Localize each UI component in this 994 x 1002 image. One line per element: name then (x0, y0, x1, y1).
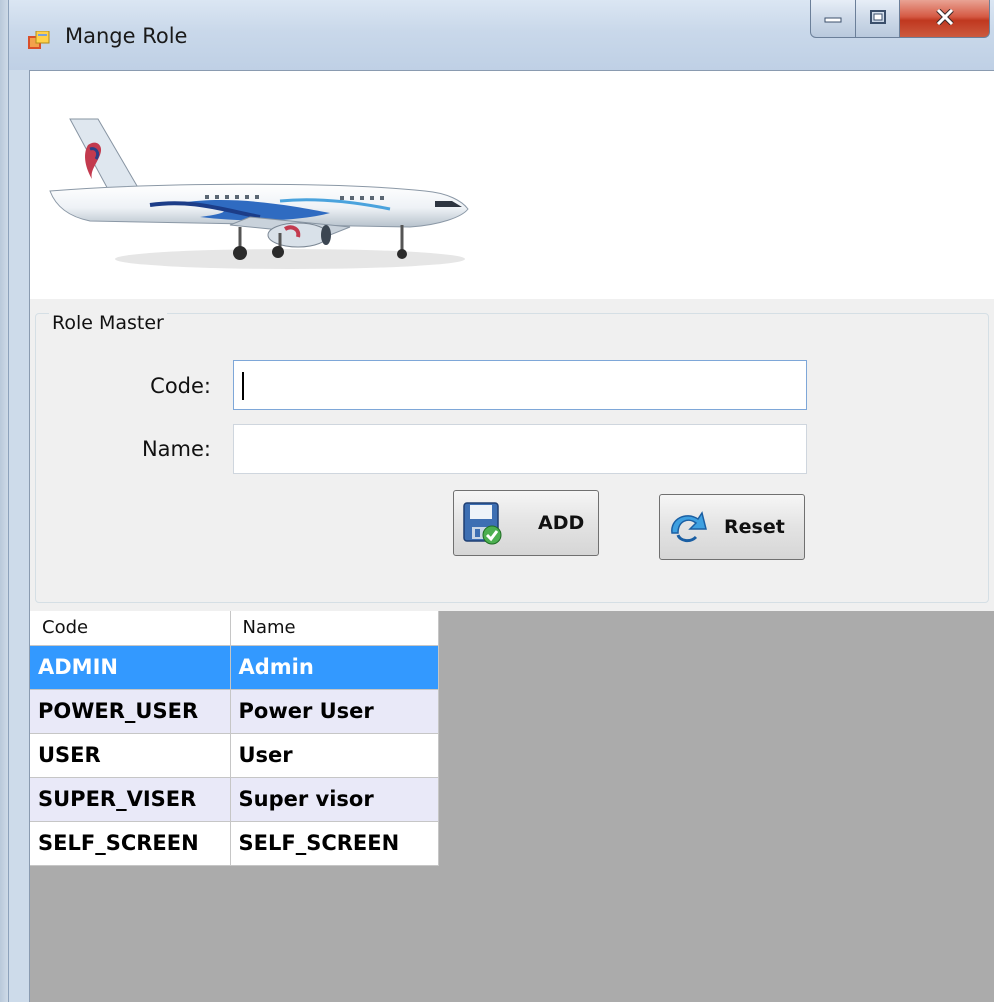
client-area: Role Master Code: Name: ADD Reset Code N… (29, 70, 994, 1002)
manage-role-window: Mange Role Role Master Code: Name: ADD R… (8, 0, 994, 1002)
maximize-button[interactable] (856, 0, 900, 38)
reset-button-label: Reset (724, 516, 785, 538)
banner (30, 71, 994, 299)
role-master-groupbox: Role Master Code: Name: ADD Reset (35, 312, 989, 603)
cell-name[interactable]: Super visor (230, 777, 439, 822)
code-input[interactable] (233, 360, 807, 410)
table-row[interactable]: USER User (30, 733, 439, 778)
cell-code[interactable]: ADMIN (30, 645, 231, 690)
table-row[interactable]: ADMIN Admin (30, 645, 439, 690)
window-title: Mange Role (65, 24, 188, 48)
groupbox-title: Role Master (49, 312, 167, 334)
caption-buttons (810, 0, 990, 40)
close-button[interactable] (900, 0, 990, 38)
cell-name[interactable]: Admin (230, 645, 439, 690)
cell-code[interactable]: SELF_SCREEN (30, 821, 231, 866)
maximize-icon (869, 9, 886, 28)
table-row[interactable]: POWER_USER Power User (30, 689, 439, 734)
save-icon (462, 501, 504, 545)
cell-name[interactable]: User (230, 733, 439, 778)
add-button[interactable]: ADD (453, 490, 599, 556)
cell-name[interactable]: SELF_SCREEN (230, 821, 439, 866)
title-bar[interactable]: Mange Role (9, 0, 994, 70)
cell-code[interactable]: POWER_USER (30, 689, 231, 734)
grid-header-row: Code Name (30, 611, 439, 646)
roles-grid: Code Name ADMIN Admin POWER_USER Power U… (30, 611, 439, 866)
column-header-name[interactable]: Name (230, 611, 439, 646)
cell-code[interactable]: SUPER_VISER (30, 777, 231, 822)
role-master-panel: Role Master Code: Name: ADD Reset (30, 299, 994, 611)
roles-grid-background: Code Name ADMIN Admin POWER_USER Power U… (30, 611, 994, 1002)
code-label: Code: (150, 374, 211, 398)
text-caret (242, 372, 244, 400)
column-header-code[interactable]: Code (30, 611, 231, 646)
refresh-icon (666, 507, 710, 547)
minimize-button[interactable] (810, 0, 856, 38)
reset-button[interactable]: Reset (659, 494, 805, 560)
add-button-label: ADD (538, 512, 585, 534)
table-row[interactable]: SUPER_VISER Super visor (30, 777, 439, 822)
cell-name[interactable]: Power User (230, 689, 439, 734)
table-row[interactable]: SELF_SCREEN SELF_SCREEN (30, 821, 439, 866)
cell-code[interactable]: USER (30, 733, 231, 778)
close-icon (935, 7, 954, 29)
name-input[interactable] (233, 424, 807, 474)
app-icon[interactable] (28, 30, 50, 51)
name-label: Name: (141, 437, 211, 461)
minimize-icon (824, 9, 842, 28)
airplane-banner (49, 118, 469, 269)
